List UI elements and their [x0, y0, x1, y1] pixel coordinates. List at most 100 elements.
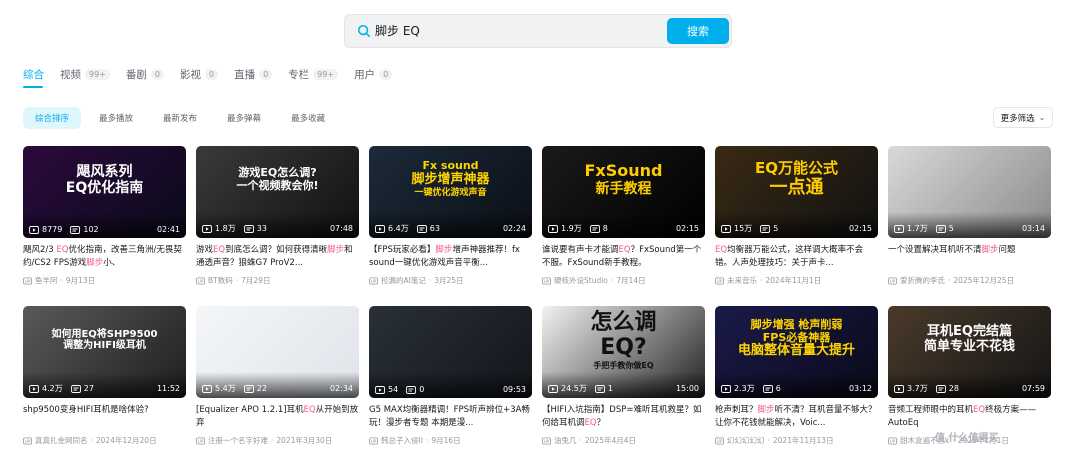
danmaku-count-value: 0 — [419, 385, 425, 394]
svg-text:UP: UP — [198, 278, 204, 283]
search-input[interactable] — [375, 15, 665, 47]
danmaku-count-icon — [589, 224, 600, 233]
tab-0[interactable]: 综合 — [23, 67, 44, 82]
video-stats: 8779 102 02:41 — [29, 225, 180, 234]
video-title[interactable]: EQ均衡器万能公式，这样调大概率不会错。人声处理技巧：关于声卡... — [715, 244, 878, 270]
video-card[interactable]: EQ万能公式 一点通 15万 5 02:15 EQ均衡器万能公式，这样调大概率不会错。人声… — [715, 146, 878, 286]
uploader-name[interactable]: BT数码 — [208, 275, 233, 286]
danmaku-count: 6 — [762, 384, 781, 393]
video-thumbnail[interactable]: 5.4万 22 02:34 — [196, 306, 359, 398]
video-thumbnail[interactable]: EQ万能公式 一点通 15万 5 02:15 — [715, 146, 878, 238]
uploader-icon: UP — [196, 276, 205, 285]
uploader-name[interactable]: 捡漏的AI笔记 — [381, 275, 426, 286]
video-stats: 15万 5 02:15 — [721, 223, 872, 234]
play-count-icon — [375, 385, 385, 394]
uploader-name[interactable]: 油兔几 — [554, 435, 577, 446]
tab-5[interactable]: 专栏 99+ — [288, 67, 339, 82]
video-title[interactable]: [Equalizer APO 1.2.1]耳机EQ从开始到放弃 — [196, 404, 359, 430]
tab-2[interactable]: 番剧 0 — [126, 67, 164, 82]
title-text: shp9500变身HIFI耳机是啥体验? — [23, 405, 149, 415]
video-card[interactable]: 游戏EQ怎么调? 一个视频教会你! 1.8万 33 07:48 游戏EQ到底怎么调？如何获… — [196, 146, 359, 286]
tab-1[interactable]: 视频 99+ — [60, 67, 110, 82]
play-count: 2.3万 — [721, 383, 755, 394]
play-count-icon — [721, 384, 731, 393]
svg-text:UP: UP — [544, 438, 550, 443]
sort-option-1[interactable]: 最多播放 — [87, 107, 145, 129]
video-title[interactable]: 【HIFI入坑指南】DSP=难听耳机救星？如何给耳机调EQ？ — [542, 404, 705, 430]
title-text: 谁说要有声卡才能调 — [542, 245, 619, 255]
video-thumbnail[interactable]: FxSound 新手教程 1.9万 8 02:15 — [542, 146, 705, 238]
video-thumbnail[interactable]: 如何用EQ将SHP9500 调整为HIFI级耳机 4.2万 27 11:52 — [23, 306, 186, 398]
video-thumbnail[interactable]: 1.7万 5 03:14 — [888, 146, 1051, 238]
sort-option-2[interactable]: 最新发布 — [151, 107, 209, 129]
svg-text:UP: UP — [890, 438, 896, 443]
danmaku-count: 102 — [70, 225, 99, 234]
video-card[interactable]: 1.7万 5 03:14 一个设置解决耳机听不清脚步问题 UP 爱折腾的李氏 · 2025年1… — [888, 146, 1051, 286]
danmaku-count-value: 5 — [773, 224, 779, 233]
sort-option-4[interactable]: 最多收藏 — [279, 107, 337, 129]
uploader-name[interactable]: 未来音乐 — [727, 275, 757, 286]
uploader-name[interactable]: 爱折腾的李氏 — [900, 275, 945, 286]
video-card[interactable]: Fx sound 脚步增声神器 一键优化游戏声音 6.4万 63 02:24 【FPS玩家必… — [369, 146, 532, 286]
uploader-name[interactable]: 硬核外设Studio — [554, 275, 608, 286]
video-card[interactable]: 怎么调 EQ? 手把手教你做EQ 24.5万 1 15:00 【HIFI入坑指南】DSP=难… — [542, 306, 705, 446]
search-box: 搜索 — [344, 14, 732, 48]
video-title[interactable]: 飓风2/3 EQ优化指南，改善三角洲/无畏契约/CS2 FPS游戏脚步小、 — [23, 244, 186, 270]
tab-4[interactable]: 直播 0 — [234, 67, 273, 82]
video-title[interactable]: 谁说要有声卡才能调EQ？FxSound第一个不服。FxSound新手教程。 — [542, 244, 705, 270]
title-text: 一个设置解决耳机听不清 — [888, 245, 982, 255]
video-card[interactable]: 54 0 09:53 G5 MAX均衡器精调！FPS听声辨位+3A畅玩！漫步者专题 本… — [369, 306, 532, 446]
uploader-name[interactable]: 真真扎金网同名 — [35, 435, 88, 446]
tab-count-badge: 0 — [150, 68, 164, 80]
tab-6[interactable]: 用户 0 — [354, 67, 393, 82]
tab-label: 番剧 — [125, 68, 147, 81]
search-button[interactable]: 搜索 — [667, 18, 729, 44]
uploader-name[interactable]: 韩总子入侵II — [381, 435, 423, 446]
video-title[interactable]: G5 MAX均衡器精调！FPS听声辨位+3A畅玩！漫步者专题 本期是漫... — [369, 404, 532, 430]
video-card[interactable]: 脚步增强 枪声削弱 FPS必备神器 电脑整体音量大提升 2.3万 6 03:12 枪声刺耳？… — [715, 306, 878, 446]
video-title[interactable]: 游戏EQ到底怎么调？如何获得清晰脚步和通透声音？狼蛛G7 ProV2... — [196, 244, 359, 270]
video-thumbnail[interactable]: 脚步增强 枪声削弱 FPS必备神器 电脑整体音量大提升 2.3万 6 03:12 — [715, 306, 878, 398]
tab-3[interactable]: 影视 0 — [179, 67, 219, 82]
video-thumbnail[interactable]: 耳机EQ完结篇 简单专业不花钱 3.7万 28 07:59 — [888, 306, 1051, 398]
thumbnail-caption: 游戏EQ怎么调? 一个视频教会你! — [236, 166, 319, 192]
video-card[interactable]: 飓风系列 EQ优化指南 8779 102 02:41 飓风2/3 EQ优化指南，改善三角洲… — [23, 146, 186, 286]
title-text: 问题 — [998, 245, 1016, 255]
keyword-highlight: 脚步 — [327, 245, 345, 255]
uploader-name[interactable]: 注册一个名字好难 — [208, 435, 268, 446]
video-thumbnail[interactable]: Fx sound 脚步增声神器 一键优化游戏声音 6.4万 63 02:24 — [369, 146, 532, 238]
video-thumbnail[interactable]: 游戏EQ怎么调? 一个视频教会你! 1.8万 33 07:48 — [196, 146, 359, 238]
video-thumbnail[interactable]: 怎么调 EQ? 手把手教你做EQ 24.5万 1 15:00 — [542, 306, 705, 398]
video-card[interactable]: 如何用EQ将SHP9500 调整为HIFI级耳机 4.2万 27 11:52 shp950… — [23, 306, 186, 446]
thumbnail-caption: 怎么调 EQ? 手把手教你做EQ — [590, 310, 657, 370]
video-title[interactable]: shp9500变身HIFI耳机是啥体验? — [23, 404, 186, 430]
sort-option-0[interactable]: 综合排序 — [23, 107, 82, 129]
uploader-name[interactable]: 幻幻幻幻幻 — [727, 435, 765, 446]
tab-label: 影视 — [179, 68, 201, 81]
uploader-icon: UP — [369, 436, 378, 445]
video-thumbnail[interactable]: 54 0 09:53 — [369, 306, 532, 398]
publish-date: 2025年12月25日 — [953, 276, 1015, 285]
keyword-highlight: EQ — [303, 405, 316, 415]
video-title[interactable]: 一个设置解决耳机听不清脚步问题 — [888, 244, 1051, 270]
video-card[interactable]: 5.4万 22 02:34 [Equalizer APO 1.2.1]耳机EQ从开始到… — [196, 306, 359, 446]
uploader-name[interactable]: 鱼羊阿 — [35, 275, 58, 286]
danmaku-count-icon — [935, 224, 946, 233]
more-filter-button[interactable]: 更多筛选 ⌄ — [993, 107, 1053, 128]
sort-option-3[interactable]: 最多弹幕 — [215, 107, 273, 129]
uploader-icon: UP — [542, 276, 551, 285]
search-type-tabs: 综合 视频 99+ 番剧 0 影视 0 直播 0 专栏 99+ 用户 0 — [23, 64, 408, 84]
danmaku-count-icon — [935, 384, 946, 393]
play-count: 1.7万 — [894, 223, 928, 234]
tab-count-badge: 0 — [204, 68, 219, 80]
video-card[interactable]: 耳机EQ完结篇 简单专业不花钱 3.7万 28 07:59 音频工程师眼中的耳机EQ终极方… — [888, 306, 1051, 446]
video-title[interactable]: 枪声刺耳？脚步听不清？耳机音量不够大？让你不花钱就能解决，Voic... — [715, 404, 878, 430]
video-card[interactable]: FxSound 新手教程 1.9万 8 02:15 谁说要有声卡才能调EQ？FxSound… — [542, 146, 705, 286]
play-count: 15万 — [721, 223, 752, 234]
video-duration: 02:24 — [502, 224, 526, 233]
video-title[interactable]: 音频工程师眼中的耳机EQ终极方案——AutoEq — [888, 404, 1051, 430]
video-thumbnail[interactable]: 飓风系列 EQ优化指南 8779 102 02:41 — [23, 146, 186, 238]
uploader-icon: UP — [23, 436, 32, 445]
video-title[interactable]: 【FPS玩家必看】脚步增声神器推荐！fx sound一键优化游戏声音平衡... — [369, 244, 532, 270]
meta-separator: · — [60, 276, 63, 285]
